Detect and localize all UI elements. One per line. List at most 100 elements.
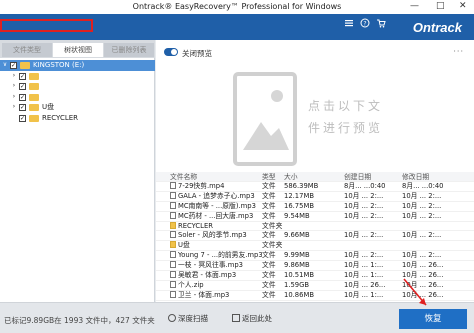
tree-checkbox[interactable]: ✓ (19, 104, 26, 111)
header-modified[interactable]: 修改日期 (402, 172, 462, 182)
file-size: 9.99MB (284, 251, 310, 260)
folder-icon (20, 62, 30, 69)
file-name-cell: 卫兰 - 体面.mp3 (170, 290, 262, 301)
recover-button[interactable]: 恢复 (399, 309, 467, 329)
table-row[interactable]: ✓MC南南等 - ...原版).mp3文件16.75MB10月 ... 2:..… (156, 201, 474, 212)
header-created[interactable]: 创建日期 (344, 172, 402, 182)
deep-scan-button[interactable]: 深度扫描 (168, 313, 208, 324)
tree-item[interactable]: ✓ RECYCLER (0, 113, 155, 124)
right-pane: 关闭预览 ··· 点击以下文 件进行预览 ✓ 文件名称 类型 大小 创建日期 修… (156, 40, 474, 302)
file-size: 9.86MB (284, 261, 310, 270)
file-type: 文件夹 (262, 241, 283, 250)
table-row[interactable]: ✓U盘文件夹 (156, 241, 474, 252)
file-size: 10.86MB (284, 290, 314, 299)
file-name: GALA - 追梦赤子心.mp3 (178, 191, 255, 200)
tree-item[interactable]: › ✓ U盘 (0, 102, 155, 113)
table-row[interactable]: ✓Soler - 风的季节.mp3文件9.66MB10月 ... 2:...10… (156, 231, 474, 242)
file-name: MC南南等 - ...原版).mp3 (178, 201, 256, 210)
file-icon (170, 201, 176, 209)
file-icon (170, 271, 176, 279)
table-row[interactable]: ✓Young 7 - ...的前男友.mp3文件9.99MB10月 ... 2:… (156, 251, 474, 262)
return-here-button[interactable]: 返回此处 (232, 313, 272, 324)
ontrack-logo: Ontrack (412, 20, 462, 35)
file-size: 1.59GB (284, 280, 310, 289)
file-type: 文件 (262, 182, 276, 190)
file-name-cell: MC南南等 - ...原版).mp3 (170, 201, 262, 212)
file-type: 文件 (262, 271, 276, 280)
close-button[interactable]: ✕ (459, 1, 467, 11)
chevron-right-icon[interactable]: › (11, 102, 17, 113)
chevron-right-icon[interactable]: › (11, 81, 17, 92)
file-type: 文件 (262, 261, 276, 270)
file-name: MC药材 - ...回大唐.mp3 (178, 211, 254, 220)
file-type: 文件 (262, 201, 276, 210)
tree-item[interactable]: › ✓ (0, 71, 155, 82)
file-icon (170, 191, 176, 199)
file-modified: 10月 ... 2:... (402, 231, 442, 240)
folder-tree: ∨ ✓ KINGSTON (E:) › ✓ › ✓ › ✓ › ✓ U盘 ✓ RECYCLER (0, 60, 155, 123)
preview-hint-line1: 点击以下文 (308, 99, 384, 113)
file-type: 文件 (262, 231, 276, 240)
file-size: 10.51MB (284, 271, 314, 280)
file-icon (170, 211, 176, 219)
table-header: ✓ 文件名称 类型 大小 创建日期 修改日期 (156, 172, 474, 182)
file-type: 文件 (262, 251, 276, 260)
cart-icon[interactable] (376, 18, 386, 28)
chevron-down-icon[interactable]: ∨ (2, 60, 8, 71)
file-name-cell: Young 7 - ...的前男友.mp3 (170, 251, 262, 261)
preview-hint-line2: 件进行预览 (308, 121, 384, 135)
tree-item[interactable]: › ✓ (0, 92, 155, 103)
tab-tree-view[interactable]: 树状视图 (53, 43, 103, 57)
file-modified: 10月 ... 26... (402, 261, 444, 270)
folder-icon (29, 104, 39, 111)
file-created: 8月... ...0:40 (344, 182, 386, 190)
file-type: 文件 (262, 191, 276, 200)
folder-icon (170, 241, 176, 249)
arrow-annotation (403, 278, 427, 306)
tree-checkbox[interactable]: ✓ (19, 83, 26, 90)
tree-checkbox[interactable]: ✓ (19, 114, 26, 122)
folder-icon (29, 114, 39, 122)
header-size[interactable]: 大小 (284, 172, 324, 182)
table-row[interactable]: ✓7-29快剪.mp4文件586.39MB8月... ...0:408月... … (156, 182, 474, 192)
tree-checkbox[interactable]: ✓ (19, 72, 26, 80)
header-name[interactable]: 文件名称 (170, 172, 262, 182)
header-type[interactable]: 类型 (262, 172, 284, 182)
folder-icon (29, 83, 39, 90)
file-name-cell: MC药材 - ...回大唐.mp3 (170, 211, 262, 222)
table-row[interactable]: ✓一枝 - 冥风往事.mp3文件9.86MB10月 ... 1:...10月 .… (156, 261, 474, 272)
tree-item[interactable]: ∨ ✓ KINGSTON (E:) (0, 60, 155, 71)
file-type: 文件 (262, 211, 276, 220)
view-tabs: 文件类型 树状视图 已删除列表 (0, 40, 155, 58)
file-modified: 10月 ... 2:... (402, 201, 442, 210)
more-options-icon[interactable]: ··· (453, 47, 464, 56)
table-row[interactable]: ✓MC药材 - ...回大唐.mp3文件9.54MB10月 ... 2:...1… (156, 211, 474, 222)
file-name-cell: U盘 (170, 241, 262, 251)
file-modified: 10月 ... 2:... (402, 211, 442, 220)
tree-checkbox[interactable]: ✓ (19, 93, 26, 101)
file-icon (170, 280, 176, 288)
file-name-cell: 7-29快剪.mp4 (170, 182, 262, 192)
table-row[interactable]: ✓RECYCLER文件夹 (156, 221, 474, 232)
help-icon[interactable]: ? (360, 18, 370, 28)
file-icon (170, 261, 176, 269)
minimize-button[interactable]: — (410, 1, 419, 11)
preview-toggle[interactable] (164, 48, 178, 56)
tab-deleted-list[interactable]: 已删除列表 (104, 43, 154, 57)
file-created: 10月 ... 1:... (344, 290, 384, 299)
menu-icon[interactable] (344, 18, 354, 28)
tree-checkbox[interactable]: ✓ (10, 62, 17, 69)
maximize-button[interactable]: □ (436, 1, 445, 11)
file-name: 个人.zip (178, 280, 204, 289)
tab-file-type[interactable]: 文件类型 (2, 43, 52, 57)
chevron-right-icon[interactable]: › (11, 92, 17, 103)
folder-icon (29, 93, 39, 101)
file-name: RECYCLER (178, 221, 213, 230)
tree-item[interactable]: › ✓ (0, 81, 155, 92)
title-bar: Ontrack® EasyRecovery™ Professional for … (0, 0, 474, 14)
status-text: 已标记9.89GB在 1993 文件中，427 文件夹 (4, 316, 155, 325)
chevron-right-icon[interactable]: › (11, 71, 17, 82)
table-row[interactable]: ✓GALA - 追梦赤子心.mp3文件12.17MB10月 ... 2:...1… (156, 191, 474, 202)
file-name-cell: RECYCLER (170, 221, 262, 232)
file-icon (170, 231, 176, 239)
